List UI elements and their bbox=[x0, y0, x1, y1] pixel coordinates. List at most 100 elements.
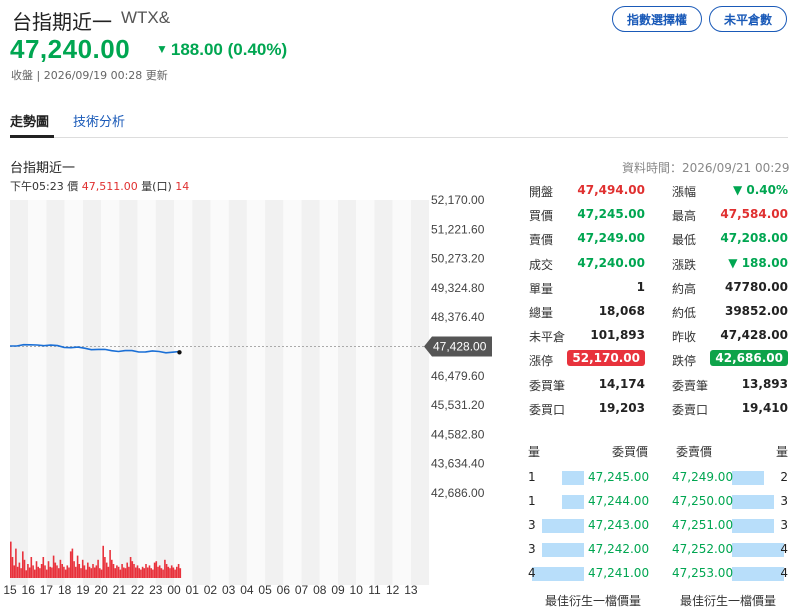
quote-row: 跌停 42,686.00 bbox=[672, 349, 788, 373]
volume-bar bbox=[75, 566, 77, 578]
volume-bar bbox=[87, 562, 89, 578]
volume-bar bbox=[176, 566, 178, 578]
quote-value: 47,494.00 bbox=[577, 183, 645, 197]
x-tick-label: 19 bbox=[76, 583, 90, 597]
volume-bar bbox=[44, 565, 46, 578]
ob-head-bid-qty: 量 bbox=[528, 445, 541, 459]
ask-qty: 2 bbox=[780, 470, 788, 484]
index-options-button[interactable]: 指數選擇權 bbox=[612, 6, 702, 32]
volume-bar bbox=[32, 565, 34, 578]
x-tick-label: 07 bbox=[295, 583, 309, 597]
quote-row: 賣價 47,249.00 bbox=[529, 228, 645, 252]
x-tick-label: 01 bbox=[186, 583, 200, 597]
bid-price: 47,244.00 bbox=[588, 494, 650, 508]
tab-trend-chart[interactable]: 走勢圖 bbox=[10, 111, 49, 130]
quote-row: 開盤 47,494.00 bbox=[529, 180, 645, 204]
volume-bar bbox=[128, 566, 130, 578]
volume-bar bbox=[102, 545, 104, 578]
volume-bar bbox=[138, 568, 140, 578]
volume-bar bbox=[140, 569, 142, 578]
x-tick-label: 02 bbox=[204, 583, 218, 597]
volume-bar bbox=[39, 568, 41, 578]
volume-bar bbox=[80, 568, 82, 578]
order-book-row: 1 47,245.00 47,249.00 2 bbox=[528, 467, 788, 489]
intraday-chart[interactable]: 52,170.00 51,221.60 50,273.20 49,324.80 48,3… bbox=[0, 190, 520, 600]
update-status: 收盤 | 2026/09/19 00:28 更新 bbox=[11, 69, 168, 82]
ask-price: 47,252.00 bbox=[672, 542, 734, 556]
volume-bar bbox=[116, 565, 118, 578]
volume-bar bbox=[61, 564, 63, 578]
volume-bar bbox=[71, 548, 74, 578]
volume-bar bbox=[121, 564, 123, 578]
quote-row: 漲跌 ▼ 188.00 bbox=[672, 253, 788, 277]
volume-bar bbox=[34, 569, 36, 578]
bid-price: 47,245.00 bbox=[588, 470, 650, 484]
volume-bar bbox=[45, 569, 48, 578]
quote-label: 開盤 bbox=[529, 185, 554, 199]
open-interest-button[interactable]: 未平倉數 bbox=[709, 6, 787, 32]
volume-bar bbox=[104, 557, 106, 578]
chart-band bbox=[338, 200, 357, 585]
order-book-row: 1 47,244.00 47,250.00 3 bbox=[528, 491, 788, 513]
volume-bar bbox=[126, 562, 128, 578]
y-tick-label: 43,634.40 bbox=[431, 457, 485, 471]
last-price-dot bbox=[177, 350, 182, 355]
quote-value: 101,893 bbox=[590, 328, 645, 343]
quote-value: 42,686.00 bbox=[710, 350, 788, 367]
quote-label: 最高 bbox=[672, 209, 697, 224]
x-tick-label: 15 bbox=[3, 583, 17, 597]
price-change: ▼ 188.00 (0.40%) bbox=[156, 40, 287, 60]
ask-qty: 3 bbox=[780, 494, 788, 508]
chart-band bbox=[119, 200, 138, 585]
volume-bar bbox=[11, 557, 14, 578]
x-tick-label: 20 bbox=[94, 583, 108, 597]
volume-bar bbox=[162, 569, 164, 578]
volume-bar bbox=[100, 569, 103, 578]
volume-bar bbox=[167, 566, 170, 578]
volume-bar bbox=[148, 565, 151, 578]
quote-label: 約高 bbox=[672, 281, 697, 296]
volume-bar bbox=[28, 567, 31, 578]
volume-bar bbox=[42, 557, 45, 578]
chart-band bbox=[82, 200, 102, 585]
y-tick-label: 48,376.40 bbox=[431, 310, 485, 324]
chart-band bbox=[410, 200, 430, 585]
x-axis-ticks: 15 16 17 18 19 20 21 22 23 00 01 02 03 04 05 06 07 08 09 10… bbox=[3, 583, 418, 597]
x-tick-label: 06 bbox=[277, 583, 291, 597]
tab-technical-analysis[interactable]: 技術分析 bbox=[73, 111, 125, 130]
chart-band bbox=[46, 200, 65, 585]
volume-bar bbox=[73, 561, 75, 578]
quote-row: 單量 1 bbox=[529, 277, 645, 301]
quote-row: 漲停 52,170.00 bbox=[529, 349, 645, 373]
volume-bar bbox=[123, 567, 125, 578]
ask-volume-bar bbox=[732, 471, 764, 485]
volume-bar bbox=[177, 564, 180, 578]
quote-label: 跌停 bbox=[672, 354, 697, 369]
bid-price: 47,241.00 bbox=[588, 566, 650, 580]
quote-value: 47,240.00 bbox=[577, 255, 645, 270]
volume-bar bbox=[152, 569, 154, 578]
volume-bar bbox=[158, 565, 161, 578]
volume-bar bbox=[69, 551, 72, 578]
quote-row: 委賣口 19,410 bbox=[672, 398, 788, 422]
bid-qty: 4 bbox=[528, 566, 536, 580]
data-timestamp: 資料時間：2026/09/21 00:29 bbox=[622, 161, 790, 175]
bid-volume-bar bbox=[532, 567, 584, 581]
stock-title: 台指期近一 bbox=[12, 10, 112, 34]
volume-bar bbox=[56, 565, 58, 578]
volume-bar bbox=[114, 568, 116, 578]
x-tick-label: 12 bbox=[386, 583, 400, 597]
quote-label: 賣價 bbox=[529, 233, 554, 248]
volume-bar bbox=[105, 562, 108, 578]
chart-band bbox=[392, 200, 411, 585]
y-tick-label: 46,479.60 bbox=[431, 369, 485, 383]
volume-bar bbox=[160, 568, 163, 578]
last-price: 47,240.00 bbox=[10, 34, 131, 64]
y-tick-label: 44,582.80 bbox=[431, 427, 485, 441]
volume-bar bbox=[83, 565, 86, 578]
quote-value: 13,893 bbox=[741, 376, 788, 391]
quote-label: 漲停 bbox=[529, 354, 554, 369]
quote-label: 漲幅 bbox=[672, 185, 697, 199]
quote-value: 18,068 bbox=[598, 304, 645, 318]
x-tick-label: 11 bbox=[368, 583, 381, 597]
